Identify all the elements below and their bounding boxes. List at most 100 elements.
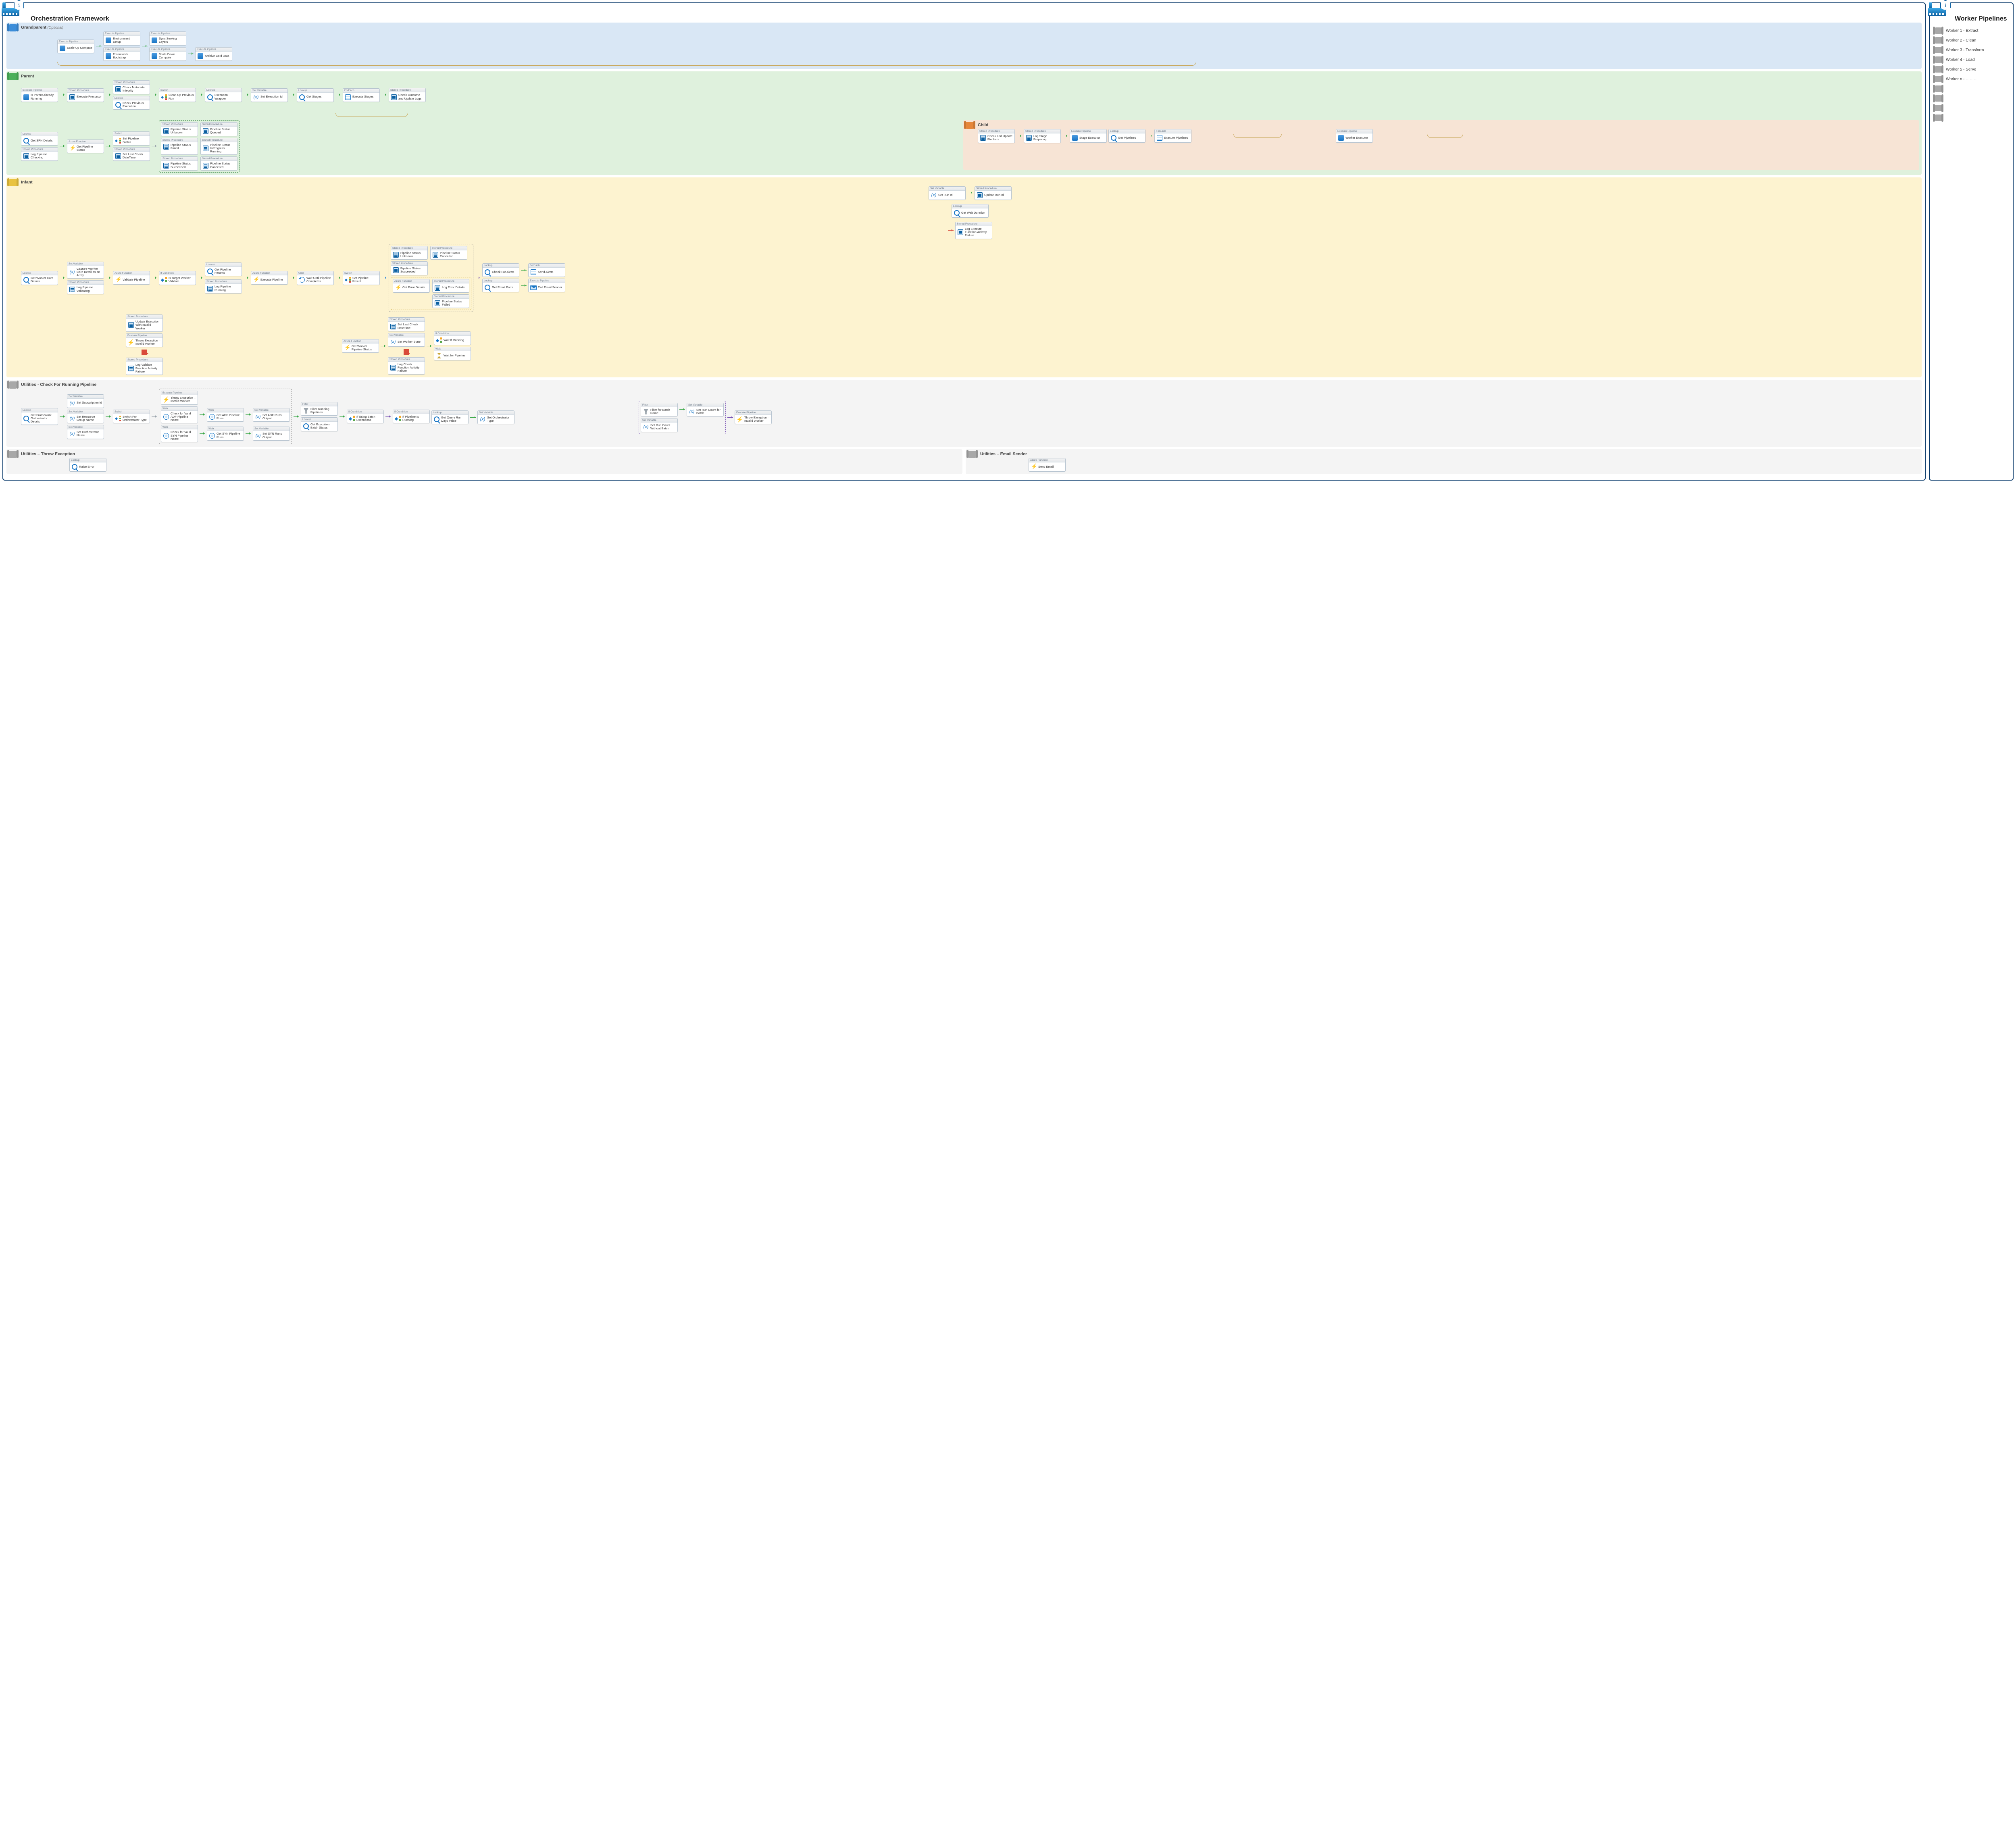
pipe-icon [1934, 85, 1943, 92]
activity-set-worker-state[interactable]: Set Variable(x)Set Worker State [388, 333, 425, 347]
activity-check-syn-name[interactable]: WebCheck for Valid SYN Pipeline Name [161, 425, 198, 442]
activity-if-running[interactable]: If ConditionIf Pipeline Is Running [393, 410, 430, 424]
activity-set-result[interactable]: SwitchSet Pipeline Result [343, 271, 380, 285]
activity-throw-invalid-2[interactable]: Execute Pipeline⚡Throw Exception – Inval… [161, 391, 198, 405]
activity-get-worker-core[interactable]: LookupGet Worker Core Details [21, 271, 58, 285]
case-cancelled[interactable]: Stored ProcedurePipeline Status Cancelle… [200, 156, 237, 171]
activity-get-exec-batch[interactable]: LookupGet Execution Batch Status [301, 417, 338, 431]
activity-exec-pipelines[interactable]: ForEachExecute Pipelines [1154, 129, 1191, 143]
activity-exec-wrapper[interactable]: LookupExecution Wrapper [205, 88, 242, 102]
worker-item[interactable]: Worker n - ……… [1933, 74, 2010, 84]
activity-get-syn-runs[interactable]: WebGet SYN Pipeline Runs [207, 427, 244, 441]
case-inprogress[interactable]: Stored ProcedurePipeline Status InProgre… [200, 138, 237, 155]
activity-env-setup[interactable]: Execute PipelineEnvironment Setup [103, 31, 140, 46]
case-queued[interactable]: Stored ProcedurePipeline Status Queued [200, 122, 237, 136]
activity-get-pipe-status[interactable]: Azure Function⚡Get Pipeline Status [67, 139, 104, 154]
activity-throw-invalid-3[interactable]: Execute Pipeline⚡Throw Exception – Inval… [735, 410, 772, 425]
activity-set-pipe-status[interactable]: SwitchSet Pipeline Status [113, 131, 150, 146]
case2-unknown[interactable]: Stored ProcedurePipeline Status Unknown [391, 246, 428, 260]
worker-item[interactable]: Worker 4 - Load [1933, 55, 2010, 65]
case-failed[interactable]: Stored ProcedurePipeline Status Failed [161, 138, 198, 155]
activity-check-outcome[interactable]: Stored ProcedureCheck Outcome and Update… [389, 88, 426, 102]
activity-validate-pipe[interactable]: Azure Function⚡Validate Pipeline [113, 271, 150, 285]
activity-is-parent-running[interactable]: Execute PipelineIs Parent Already Runnin… [21, 88, 58, 102]
activity-if-batch[interactable]: If ConditionIf Using Batch Executions [347, 410, 384, 424]
activity-check-prev[interactable]: LookupCheck Previous Execution [113, 96, 150, 110]
activity-is-target-valid[interactable]: If ConditionIs Target Worker Validate [159, 271, 196, 285]
activity-stage-executor[interactable]: Execute PipelineStage Executor [1070, 129, 1107, 143]
activity-get-worker-status[interactable]: Azure Function⚡Get Worker Pipeline Statu… [342, 339, 379, 353]
activity-sync[interactable]: Execute PipelineSync Serving Layers [149, 31, 186, 46]
case2-failed[interactable]: Stored ProcedurePipeline Status Failed [432, 294, 469, 308]
activity-get-stages[interactable]: LookupGet Stages [297, 88, 334, 102]
activity-log-check-fail[interactable]: Stored ProcedureLog Check Function Activ… [388, 357, 425, 375]
activity-set-count-batch[interactable]: Set Variable(x)Set Run Count for Batch [687, 403, 724, 417]
activity-exec-precursor[interactable]: Stored ProcedureExecute Precursor [67, 88, 104, 102]
activity-get-email-parts[interactable]: LookupGet Email Parts [482, 279, 519, 292]
activity-set-orch-type[interactable]: Set Variable(x)Set Orchestrator Type [477, 410, 514, 425]
activity-log-exec-fail[interactable]: Stored ProcedureLog Execute Function Act… [955, 222, 992, 239]
activity-log-running[interactable]: Stored ProcedureLog Pipeline Running [205, 279, 242, 294]
activity-update-invalid[interactable]: Stored ProcedureUpdate Execution With In… [126, 314, 163, 332]
activity-scale-up[interactable]: Execute PipelineScale Up Compute [57, 40, 94, 53]
pipe-icon [8, 179, 18, 186]
activity-wait-for-pipe[interactable]: WaitWait for Pipeline [434, 347, 471, 360]
pipeline-status-switch-group: Stored ProcedurePipeline Status Unknown … [159, 120, 240, 173]
worker-item[interactable]: Worker 3 - Transform [1933, 45, 2010, 55]
activity-set-count-no-batch[interactable]: Set Variable(x)Set Run Count Without Bat… [641, 418, 678, 432]
activity-set-exec-id[interactable]: Set Variable(x)Set Execution Id [251, 88, 288, 102]
activity-set-rg-name[interactable]: Set Variable(x)Set Resource Group Name [67, 410, 104, 424]
activity-set-sub-id[interactable]: Set Variable(x)Set Subscription Id [67, 394, 104, 408]
activity-send-email[interactable]: Azure Function⚡Send Email [1029, 458, 1066, 472]
activity-wait-until[interactable]: UntilWait Until Pipeline Completes [297, 271, 334, 285]
activity-scale-down[interactable]: Execute PipelineScale Down Compute [149, 47, 186, 61]
activity-send-alerts[interactable]: ForEachSend Alerts [528, 263, 565, 277]
activity-set-orch-name[interactable]: Set Variable(x)Set Orchestrator Name [67, 425, 104, 439]
activity-set-run-id[interactable]: Set Variable(x)Set Run Id [929, 186, 966, 200]
activity-archive[interactable]: Execute PipelineArchive Cold Data [195, 47, 232, 61]
worker-item[interactable]: Worker 2 - Clean [1933, 35, 2010, 45]
activity-capture-array[interactable]: Set Variable(x)Capture Worker Core Detai… [67, 262, 104, 279]
activity-set-last-check-2[interactable]: Stored ProcedureSet Last Check DateTime [388, 317, 425, 331]
activity-throw-invalid[interactable]: Execute Pipeline⚡Throw Exception – Inval… [126, 333, 163, 348]
activity-get-pipelines[interactable]: LookupGet Pipelines [1108, 129, 1145, 143]
worker-item[interactable]: Worker 5 - Serve [1933, 65, 2010, 74]
activity-execute-pipe[interactable]: Azure Function⚡Execute Pipeline [251, 271, 288, 285]
activity-check-alerts[interactable]: LookupCheck For Alerts [482, 263, 519, 277]
worker-item[interactable]: Worker 1 - Extract [1933, 26, 2010, 35]
activity-log-stage-prep[interactable]: Stored ProcedureLog Stage Preparing [1024, 129, 1061, 143]
activity-exec-stages[interactable]: ForEachExecute Stages [343, 88, 380, 102]
activity-log-checking[interactable]: Stored ProcedureLog Pipeline Checking [21, 147, 58, 161]
case-succeeded[interactable]: Stored ProcedurePipeline Status Succeede… [161, 156, 198, 171]
activity-log-err-details[interactable]: Stored ProcedureLog Error Details [432, 279, 469, 293]
activity-check-meta[interactable]: Stored ProcedureCheck Metadata Integrity [113, 80, 150, 94]
activity-check-blockers[interactable]: Stored ProcedureCheck and Update Blocker… [978, 129, 1015, 143]
activity-call-email[interactable]: Execute PipelineCall Email Sender [528, 279, 565, 292]
activity-get-wait-dur[interactable]: LookupGet Wait Duration [952, 204, 989, 218]
activity-filter-running[interactable]: FilterFilter Running Pipelines [301, 402, 338, 416]
activity-set-syn-out[interactable]: Set Variable(x)Set SYN Runs Output [253, 427, 290, 441]
activity-set-last-check[interactable]: Stored ProcedureSet Last Check DateTime [113, 147, 150, 161]
activity-get-query-days[interactable]: LookupGet Query Run Days Value [431, 410, 469, 425]
activity-set-adf-out[interactable]: Set Variable(x)Set ADF Runs Output [253, 408, 290, 422]
activity-cleanup[interactable]: SwitchClean Up Previous Run [159, 88, 196, 102]
activity-check-adf-name[interactable]: WebCheck for Valid ADF Pipeline Name [161, 406, 198, 424]
activity-log-validating[interactable]: Stored ProcedureLog Pipeline Validating [67, 280, 104, 294]
activity-get-spn[interactable]: LookupGet SPN Details [21, 132, 58, 146]
pipe-icon [8, 24, 18, 31]
activity-update-run-id[interactable]: Stored ProcedureUpdate Run Id [975, 186, 1012, 200]
activity-wait-if-running[interactable]: If ConditionWait If Running [434, 331, 471, 345]
activity-switch-orch[interactable]: SwitchSwitch For Orchestrator Type [113, 410, 150, 424]
activity-get-orch-details[interactable]: LookupGet Framework Orchestrator Details [21, 408, 58, 425]
case2-succeeded[interactable]: Stored ProcedurePipeline Status Succeede… [391, 261, 428, 275]
activity-raise-error[interactable]: LookupRaise Error [69, 458, 106, 472]
activity-worker-executor[interactable]: Execute PipelineWorker Executor [1336, 129, 1373, 143]
activity-get-adf-runs[interactable]: WebGet ADF Pipeline Runs [207, 408, 244, 422]
activity-get-params[interactable]: LookupGet Pipeline Params [205, 262, 242, 277]
case-unknown[interactable]: Stored ProcedurePipeline Status Unknown [161, 122, 198, 136]
activity-filter-batch[interactable]: FilterFilter for Batch Name [641, 403, 678, 417]
activity-bootstrap[interactable]: Execute PipelineFramework Bootstrap [103, 47, 140, 61]
activity-log-validate-fail[interactable]: Stored ProcedureLog Validate Function Ac… [126, 358, 163, 375]
activity-get-err-details[interactable]: Azure Function⚡Get Error Details [393, 279, 430, 293]
case2-cancelled[interactable]: Stored ProcedurePipeline Status Cancelle… [430, 246, 467, 260]
